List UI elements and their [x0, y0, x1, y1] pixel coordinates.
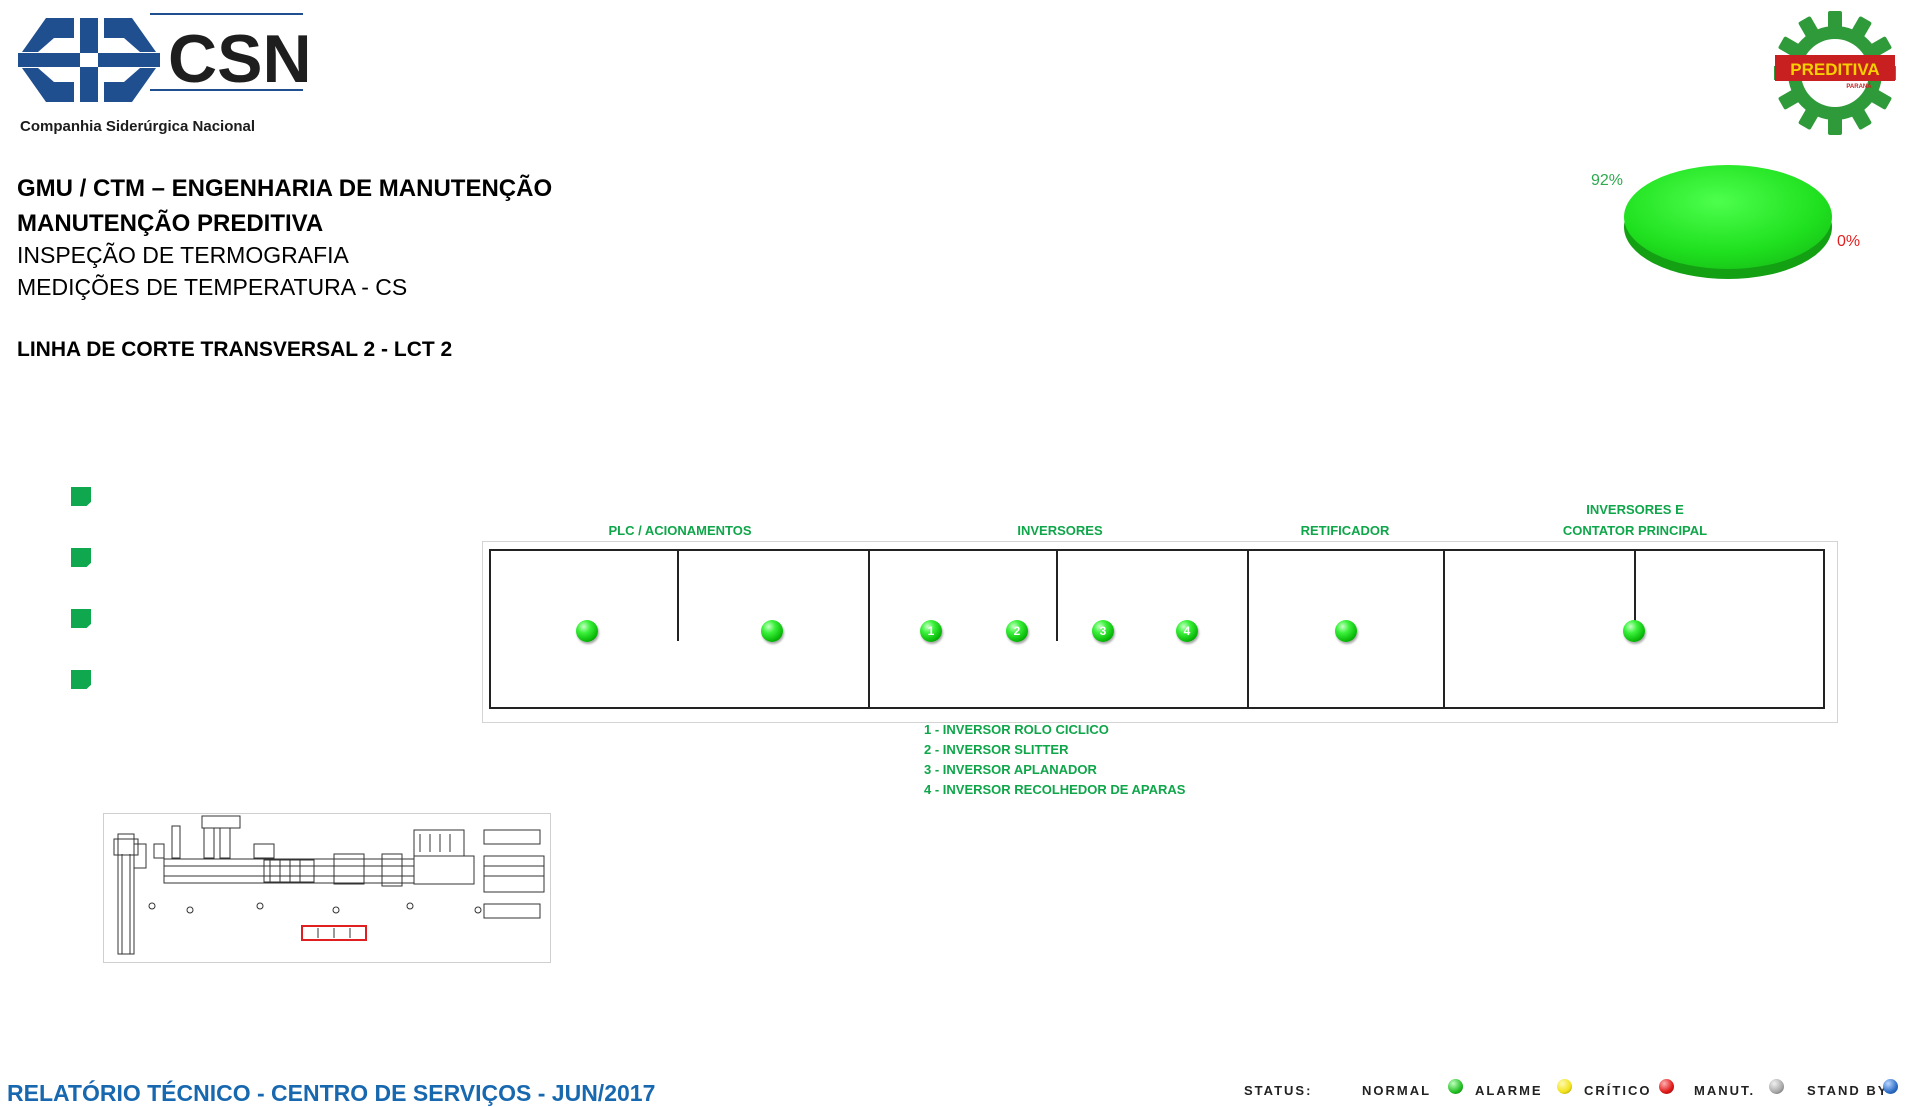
report-footer-title: RELATÓRIO TÉCNICO - CENTRO DE SERVIÇOS -…	[7, 1080, 656, 1106]
pie-top	[1624, 165, 1832, 269]
measurement-point[interactable]	[576, 620, 598, 642]
svg-text:CSN: CSN	[168, 21, 308, 97]
header-line-1: GMU / CTM – ENGENHARIA DE MANUTENÇÃO	[17, 175, 553, 202]
company-name: Companhia Siderúrgica Nacional	[20, 118, 256, 135]
svg-text:PREDITIVA: PREDITIVA	[1790, 60, 1879, 79]
status-critico-label: CRÍTICO	[1584, 1083, 1652, 1098]
legend-square-1	[71, 487, 91, 506]
legend-square-3	[71, 609, 91, 628]
legend-square-2	[71, 548, 91, 567]
status-critico-icon	[1659, 1079, 1674, 1094]
measurement-point[interactable]: 4	[1176, 620, 1198, 642]
header-line-4: MEDIÇÕES DE TEMPERATURA - CS	[17, 274, 408, 300]
section-label-contator-2: CONTATOR PRINCIPAL	[1562, 523, 1708, 538]
divider-2	[1247, 551, 1249, 707]
status-normal-label: NORMAL	[1362, 1083, 1432, 1098]
divider-1	[868, 551, 870, 707]
measurement-point[interactable]: 1	[920, 620, 942, 642]
measurement-point[interactable]	[761, 620, 783, 642]
section-label-plc: PLC / ACIONAMENTOS	[608, 523, 752, 538]
status-label: STATUS:	[1244, 1083, 1313, 1098]
status-manut-icon	[1769, 1079, 1784, 1094]
note-line-2: 2 - INVERSOR SLITTER	[924, 742, 1069, 757]
plant-layout-thumbnail	[103, 813, 551, 963]
section-label-inversores: INVERSORES	[1017, 523, 1103, 538]
note-line-3: 3 - INVERSOR APLANADOR	[924, 762, 1097, 777]
status-alarme-label: ALARME	[1475, 1083, 1543, 1098]
preditiva-gear-logo: PREDITIVA PARANÁ	[1774, 11, 1896, 135]
pie-label-red: 0%	[1837, 233, 1861, 250]
status-manut-label: MANUT.	[1694, 1083, 1756, 1098]
note-line-4: 4 - INVERSOR RECOLHEDOR DE APARAS	[924, 782, 1186, 797]
note-line-1: 1 - INVERSOR ROLO CICLICO	[924, 722, 1109, 737]
divider-3	[1443, 551, 1445, 707]
plant-layout-drawing	[113, 815, 545, 955]
status-alarme-icon	[1557, 1079, 1572, 1094]
measurement-point[interactable]: 2	[1006, 620, 1028, 642]
header-line-3: INSPEÇÃO DE TERMOGRAFIA	[17, 242, 349, 268]
status-standby-label: STAND BY	[1807, 1083, 1889, 1098]
diagram-panel: 1 2 3 4	[489, 549, 1825, 709]
measurement-point[interactable]	[1335, 620, 1357, 642]
status-standby-icon	[1883, 1079, 1898, 1094]
status-pie-chart	[1624, 165, 1832, 279]
section-label-contator-1: INVERSORES E	[1586, 502, 1684, 517]
svg-text:PARANÁ: PARANÁ	[1846, 83, 1872, 90]
status-normal-icon	[1448, 1079, 1463, 1094]
divider-plc-inner	[677, 551, 679, 641]
section-label-retificador: RETIFICADOR	[1300, 523, 1390, 538]
measurement-point[interactable]: 3	[1092, 620, 1114, 642]
header-line-2: MANUTENÇÃO PREDITIVA	[17, 210, 324, 237]
divider-inversores-inner	[1056, 551, 1058, 641]
legend-square-4	[71, 670, 91, 689]
header-line-5: LINHA DE CORTE TRANSVERSAL 2 - LCT 2	[17, 338, 453, 361]
pie-label-green: 92%	[1591, 172, 1624, 189]
measurement-point[interactable]	[1623, 620, 1645, 642]
